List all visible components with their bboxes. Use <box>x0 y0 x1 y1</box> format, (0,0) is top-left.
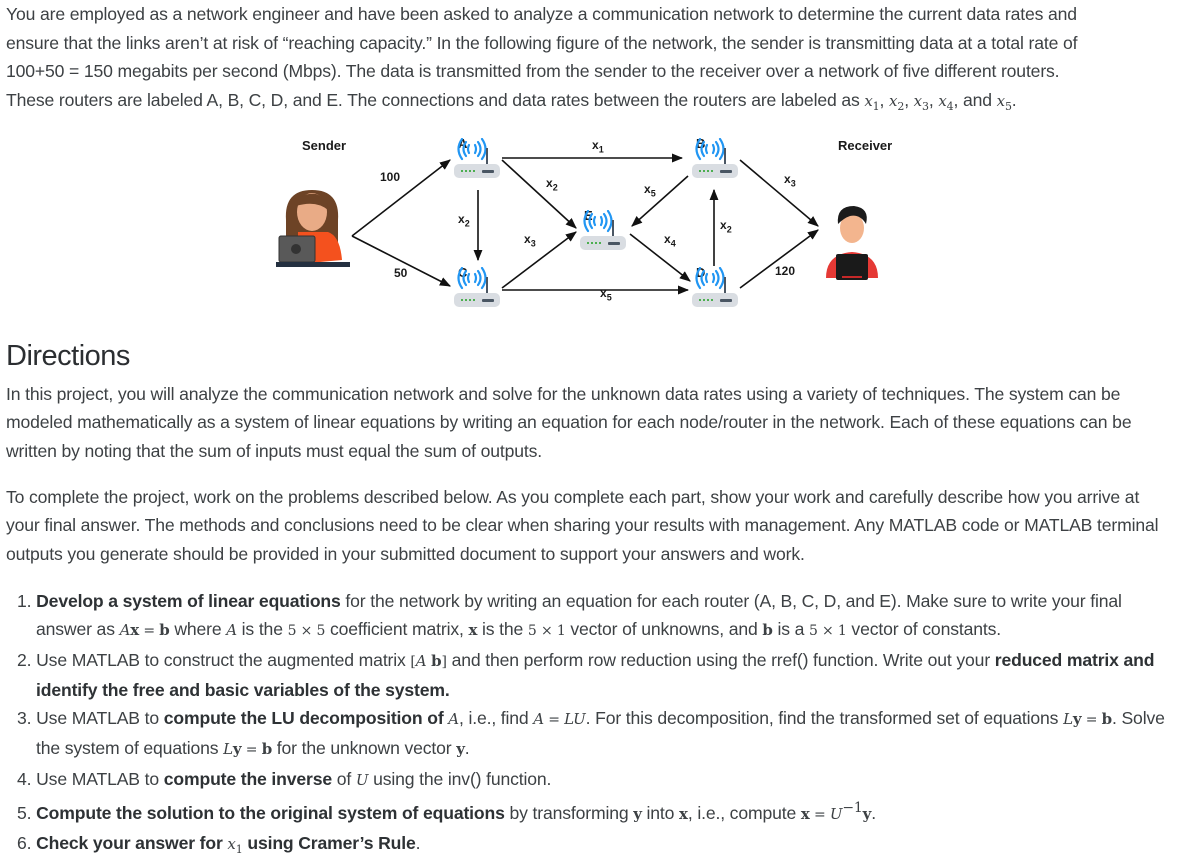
edge-label-d-receiver: 120 <box>775 264 796 278</box>
var-x1: x1 <box>864 91 880 113</box>
directions-paragraph-2: To complete the project, work on the pro… <box>6 487 1159 564</box>
edge-label-c-d: x5 <box>600 286 612 303</box>
intro-paragraph: You are employed as a network engineer a… <box>6 4 1078 113</box>
var-x5: x5 <box>996 91 1012 113</box>
task-item-3: 3. Use MATLAB to compute the LU decompos… <box>17 708 1165 759</box>
sender-label: Sender <box>302 138 347 153</box>
task-item-2: 2. Use MATLAB to construct the augmented… <box>17 649 1155 700</box>
edge-label-c-e: x3 <box>524 232 536 249</box>
intro-line: 100+50 = 150 megabits per second (Mbps).… <box>6 61 1060 82</box>
intro-line: ensure that the links aren’t at risk of … <box>6 32 1078 53</box>
edge-e-d <box>629 233 691 282</box>
edge-label-d-b: x2 <box>720 218 732 235</box>
intro-line: These routers are labeled A, B, C, D, an… <box>6 89 865 110</box>
receiver-person-icon <box>826 206 878 280</box>
router-d-icon <box>692 267 740 309</box>
edge-b-e <box>631 175 689 227</box>
directions-heading: Directions <box>6 340 130 372</box>
var-x4: x4 <box>938 91 954 113</box>
task-list: 1. Develop a system of linear equations … <box>0 587 1176 865</box>
edge-label-sender-a: 100 <box>380 170 401 184</box>
intro-line: You are employed as a network engineer a… <box>6 4 1077 24</box>
intro-and: , and <box>953 89 997 110</box>
network-diagram: Sender Receiver A B C D E 100 50 x1 x2 x… <box>270 128 910 318</box>
edge-d-receiver <box>739 229 819 289</box>
router-a-icon <box>454 138 502 180</box>
router-c-icon <box>454 267 502 309</box>
router-b-icon <box>692 138 740 180</box>
edge-label-b-receiver: x3 <box>784 172 796 189</box>
task-item-6: 6. Check your answer for x1 using Cramer… <box>17 833 421 857</box>
task-item-1: 1. Develop a system of linear equations … <box>17 591 1122 640</box>
var-x2: x2 <box>889 91 905 113</box>
task-item-5: 5. Compute the solution to the original … <box>17 800 876 823</box>
sender-person-icon <box>276 190 350 267</box>
edge-c-e <box>501 231 577 289</box>
edge-a-e <box>501 159 577 229</box>
edge-label-sender-c: 50 <box>394 266 408 280</box>
var-x3: x3 <box>913 91 929 113</box>
edge-sender-a <box>351 159 451 237</box>
edge-label-b-e: x5 <box>644 182 656 199</box>
edge-b-receiver <box>739 159 819 227</box>
task-item-4: 4. Use MATLAB to compute the inverse of … <box>17 768 552 789</box>
intro-period: . <box>1011 89 1017 110</box>
edge-label-a-c: x2 <box>458 212 470 229</box>
directions-paragraph-1: In this project, you will analyze the co… <box>6 384 1132 461</box>
edge-label-a-b: x1 <box>592 138 604 155</box>
router-e-icon <box>580 210 628 252</box>
receiver-label: Receiver <box>838 138 893 153</box>
edge-label-a-e: x2 <box>546 176 558 193</box>
edge-label-e-d: x4 <box>664 232 676 249</box>
